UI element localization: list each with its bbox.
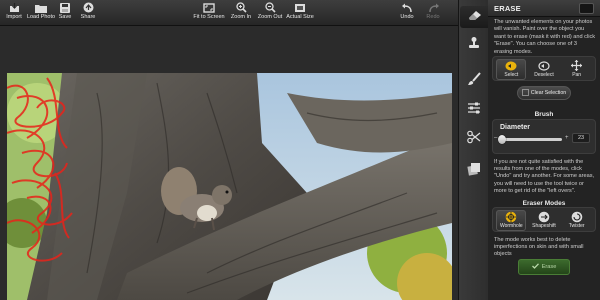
erase-button[interactable]: Erase xyxy=(518,259,570,275)
zoom-out-icon xyxy=(264,2,276,13)
clear-selection-button[interactable]: Clear Selection xyxy=(517,86,571,100)
photo-canvas[interactable] xyxy=(7,73,452,300)
floppy-icon xyxy=(59,2,71,13)
redo-button[interactable]: Redo xyxy=(426,2,440,24)
fit-screen-icon xyxy=(203,2,215,13)
import-icon xyxy=(8,2,20,13)
import-button[interactable]: Import xyxy=(6,2,22,24)
zoom-out-button[interactable]: Zoom Out xyxy=(258,2,282,24)
clear-selection-icon xyxy=(521,88,529,98)
fit-to-screen-button[interactable]: Fit to Screen xyxy=(193,2,225,24)
select-brush-icon xyxy=(505,59,517,72)
panel-header: ERASE xyxy=(488,0,600,17)
zoom-in-button[interactable]: Zoom In xyxy=(231,2,251,24)
load-photo-button[interactable]: Load Photo xyxy=(27,2,55,24)
tool-clone-stamp[interactable] xyxy=(463,34,485,56)
wormhole-icon xyxy=(505,210,517,223)
redo-icon xyxy=(427,2,439,13)
tool-layers[interactable] xyxy=(463,160,485,182)
sliders-icon xyxy=(467,101,481,120)
pan-mode-button[interactable]: Pan xyxy=(562,59,592,80)
undo-button[interactable]: Undo xyxy=(400,2,414,24)
actual-size-icon xyxy=(294,2,306,13)
diameter-min-label: – xyxy=(494,135,498,141)
share-button[interactable]: Share xyxy=(80,2,96,24)
tool-brush[interactable] xyxy=(463,70,485,92)
twister-icon xyxy=(571,210,583,223)
tool-cut[interactable] xyxy=(463,128,485,150)
tool-strip xyxy=(458,0,489,300)
panel-toggle-button[interactable] xyxy=(579,3,594,14)
top-toolbar: Import Load Photo Save Share Fit to Scre… xyxy=(0,0,458,26)
brush-section-title: Brush xyxy=(534,111,554,118)
panel-title: ERASE xyxy=(494,4,521,13)
mode-description: The mode works best to delete imperfecti… xyxy=(494,237,584,258)
folder-icon xyxy=(35,2,47,13)
diameter-label: Diameter xyxy=(500,124,530,131)
shapeshift-icon xyxy=(538,210,550,223)
deselect-brush-icon xyxy=(538,59,550,72)
stamp-icon xyxy=(467,36,481,55)
brush-icon xyxy=(467,71,481,91)
shapeshift-mode-button[interactable]: Shapeshift xyxy=(529,210,559,231)
tool-adjust[interactable] xyxy=(463,99,485,121)
save-button[interactable]: Save xyxy=(58,2,72,24)
twister-mode-button[interactable]: Twister xyxy=(562,210,592,231)
wormhole-mode-button[interactable]: Wormhole xyxy=(496,210,527,231)
eraser-modes-title: Eraser Modes xyxy=(522,200,566,207)
mode-selector: Select Deselect Pan xyxy=(492,56,596,81)
deselect-mode-button[interactable]: Deselect xyxy=(529,59,559,80)
undo-icon xyxy=(401,2,413,13)
select-mode-button[interactable]: Select xyxy=(496,59,527,80)
zoom-in-icon xyxy=(235,2,247,13)
eraser-icon xyxy=(467,8,483,26)
actual-size-button[interactable]: Actual Size xyxy=(286,2,314,24)
scissors-icon xyxy=(467,130,481,149)
pan-arrows-icon xyxy=(571,59,583,72)
diameter-value[interactable]: 23 xyxy=(572,133,590,143)
share-icon xyxy=(82,2,94,13)
checkmark-icon xyxy=(531,263,539,271)
panel-note-text: If you are not quite satisfied with the … xyxy=(494,159,595,194)
panel-intro-text: The unwanted elements on your photos wil… xyxy=(494,19,596,55)
layers-icon xyxy=(467,162,481,181)
erase-panel: ERASE The unwanted elements on your phot… xyxy=(488,0,600,300)
diameter-slider[interactable] xyxy=(498,135,562,144)
eraser-mode-selector: Wormhole Shapeshift Twister xyxy=(492,207,596,232)
squirrel-photo xyxy=(7,73,452,300)
diameter-max-label: + xyxy=(565,135,569,141)
tool-erase[interactable] xyxy=(460,6,489,28)
